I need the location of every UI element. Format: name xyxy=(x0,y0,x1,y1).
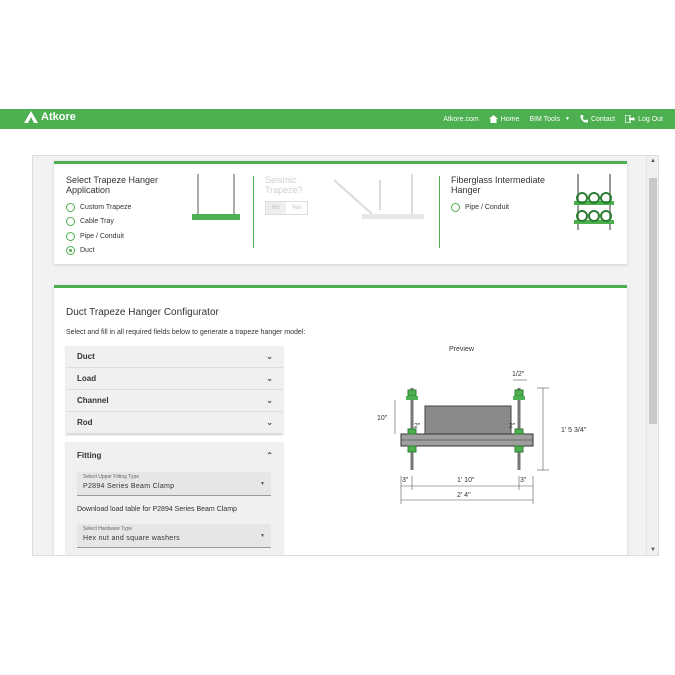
main-nav: Atkore.com Home BIM Tools ▼ Contact Log … xyxy=(443,109,663,129)
duct xyxy=(424,405,512,435)
scroll-down-icon[interactable]: ▼ xyxy=(650,547,656,553)
toggle-no[interactable]: No xyxy=(266,202,286,214)
accordion-rod[interactable]: Rod ⌄ xyxy=(66,412,283,434)
nav-atkore-com[interactable]: Atkore.com xyxy=(443,116,478,123)
radio-button[interactable] xyxy=(66,217,75,226)
toggle-yes[interactable]: Yes xyxy=(286,202,308,214)
application-card: Select Trapeze Hanger Application Custom… xyxy=(54,161,627,264)
radio-fiberglass-pipe-conduit[interactable]: Pipe / Conduit xyxy=(451,203,509,212)
accordion-fitting[interactable]: Fitting ⌃ xyxy=(66,442,283,468)
chevron-down-icon: ⌄ xyxy=(266,374,273,383)
select-label: Select Hardware Type xyxy=(83,526,133,532)
atkore-logo[interactable]: Atkore xyxy=(24,111,76,123)
nav-home[interactable]: Home xyxy=(488,115,520,123)
right-clamp xyxy=(513,396,525,400)
radio-label: Duct xyxy=(80,247,95,254)
chevron-down-icon: ⌄ xyxy=(266,418,273,427)
left-gap-label: 2" xyxy=(414,423,421,430)
fiberglass-title: Fiberglass Intermediate Hanger xyxy=(451,175,546,195)
nav-label: Home xyxy=(500,115,520,123)
configurator-subtitle: Select and fill in all required fields b… xyxy=(66,329,306,336)
right-top-nut xyxy=(514,389,524,397)
accordion-duct[interactable]: Duct ⌄ xyxy=(66,346,283,368)
seismic-title: Seismic Trapeze? xyxy=(265,175,303,195)
accordion-load[interactable]: Load ⌄ xyxy=(66,368,283,390)
select-label: Select Upper Fitting Type xyxy=(83,474,140,480)
radio-cable-tray[interactable]: Cable Tray xyxy=(66,217,114,226)
caret-down-icon: ▼ xyxy=(260,533,265,539)
radio-button-checked[interactable] xyxy=(66,246,75,255)
trapeze-preview-diagram: 1/2" 10" 1' 5 3/4" 2" 2" 3" 1' 10" 3" 2'… xyxy=(377,371,587,504)
atkore-logo-icon xyxy=(24,111,38,123)
accordion-label: Load xyxy=(77,374,97,383)
left-lower-nut xyxy=(407,445,417,453)
accordion-label: Channel xyxy=(77,396,109,405)
home-icon xyxy=(488,115,498,123)
select-value: P2894 Series Beam Clamp xyxy=(83,483,175,490)
radio-custom-trapeze[interactable]: Custom Trapeze xyxy=(66,203,131,212)
radio-button[interactable] xyxy=(451,203,460,212)
inner-width-label: 1' 10" xyxy=(457,477,475,484)
nav-label: Atkore.com xyxy=(443,115,479,123)
rod-diameter-label: 1/2" xyxy=(512,371,525,378)
scrollbar-thumb[interactable] xyxy=(649,178,657,424)
config-accordion: Duct ⌄ Load ⌄ Channel ⌄ Rod ⌄ xyxy=(66,346,283,434)
right-gap-label: 2" xyxy=(509,423,516,430)
hardware-type-select[interactable]: Select Hardware Type Hex nut and square … xyxy=(77,524,271,548)
content-viewport: Select Trapeze Hanger Application Custom… xyxy=(32,155,659,556)
caret-down-icon: ▼ xyxy=(565,116,570,122)
accordion-label: Fitting xyxy=(77,450,102,460)
caret-down-icon: ▼ xyxy=(260,481,265,487)
fiberglass-hanger-illustration xyxy=(574,174,614,230)
configurator-title: Duct Trapeze Hanger Configurator xyxy=(66,307,219,318)
logout-icon xyxy=(625,115,636,123)
radio-label: Cable Tray xyxy=(80,218,114,225)
trapeze-illustration xyxy=(192,174,240,220)
column-divider xyxy=(253,176,254,248)
phone-icon xyxy=(580,115,588,123)
nav-label: BIM Tools xyxy=(529,115,560,123)
right-upper-nut xyxy=(514,428,524,435)
upper-fitting-select[interactable]: Select Upper Fitting Type P2894 Series B… xyxy=(77,472,271,496)
brand-name: Atkore xyxy=(41,111,76,123)
radio-pipe-conduit[interactable]: Pipe / Conduit xyxy=(66,232,124,241)
accordion-label: Rod xyxy=(77,418,93,427)
seismic-toggle[interactable]: No Yes xyxy=(265,201,309,215)
download-load-table-link[interactable]: Download load table for P2894 Series Bea… xyxy=(77,506,237,513)
radio-button[interactable] xyxy=(66,232,75,241)
radio-label: Pipe / Conduit xyxy=(465,204,509,211)
total-height-label: 1' 5 3/4" xyxy=(561,427,587,434)
nav-label: Log Out xyxy=(638,115,663,123)
left-clamp xyxy=(406,396,418,400)
accordion-label: Duct xyxy=(77,352,95,361)
application-title: Select Trapeze Hanger Application xyxy=(66,175,159,195)
chevron-down-icon: ⌄ xyxy=(266,396,273,405)
left-top-nut xyxy=(407,389,417,397)
nav-logout[interactable]: Log Out xyxy=(625,115,663,123)
left-height-label: 10" xyxy=(377,415,388,422)
fitting-panel: Fitting ⌃ Select Upper Fitting Type P289… xyxy=(66,442,283,555)
radio-duct[interactable]: Duct xyxy=(66,246,94,255)
nav-label: Contact xyxy=(590,115,616,123)
radio-button[interactable] xyxy=(66,203,75,212)
configurator-card: Duct Trapeze Hanger Configurator Select … xyxy=(54,285,627,555)
vertical-scrollbar[interactable]: ▲ ▼ xyxy=(646,156,658,555)
seismic-trapeze-illustration xyxy=(333,174,424,219)
column-divider xyxy=(439,176,440,248)
total-width-label: 2' 4" xyxy=(457,492,471,499)
radio-label: Custom Trapeze xyxy=(80,204,132,211)
select-value: Hex nut and square washers xyxy=(83,535,180,542)
preview-label: Preview xyxy=(449,346,474,353)
right-lower-nut xyxy=(514,445,524,453)
scroll-up-icon[interactable]: ▲ xyxy=(650,158,656,164)
top-navbar: Atkore Atkore.com Home BIM Tools ▼ Conta… xyxy=(0,109,675,129)
nav-contact[interactable]: Contact xyxy=(580,115,615,123)
right-overhang-label: 3" xyxy=(520,477,527,484)
left-overhang-label: 3" xyxy=(402,477,409,484)
nav-bim-tools[interactable]: BIM Tools ▼ xyxy=(529,116,570,123)
accordion-channel[interactable]: Channel ⌄ xyxy=(66,390,283,412)
chevron-down-icon: ⌄ xyxy=(266,352,273,361)
chevron-up-icon: ⌃ xyxy=(266,450,273,460)
radio-label: Pipe / Conduit xyxy=(80,233,124,240)
